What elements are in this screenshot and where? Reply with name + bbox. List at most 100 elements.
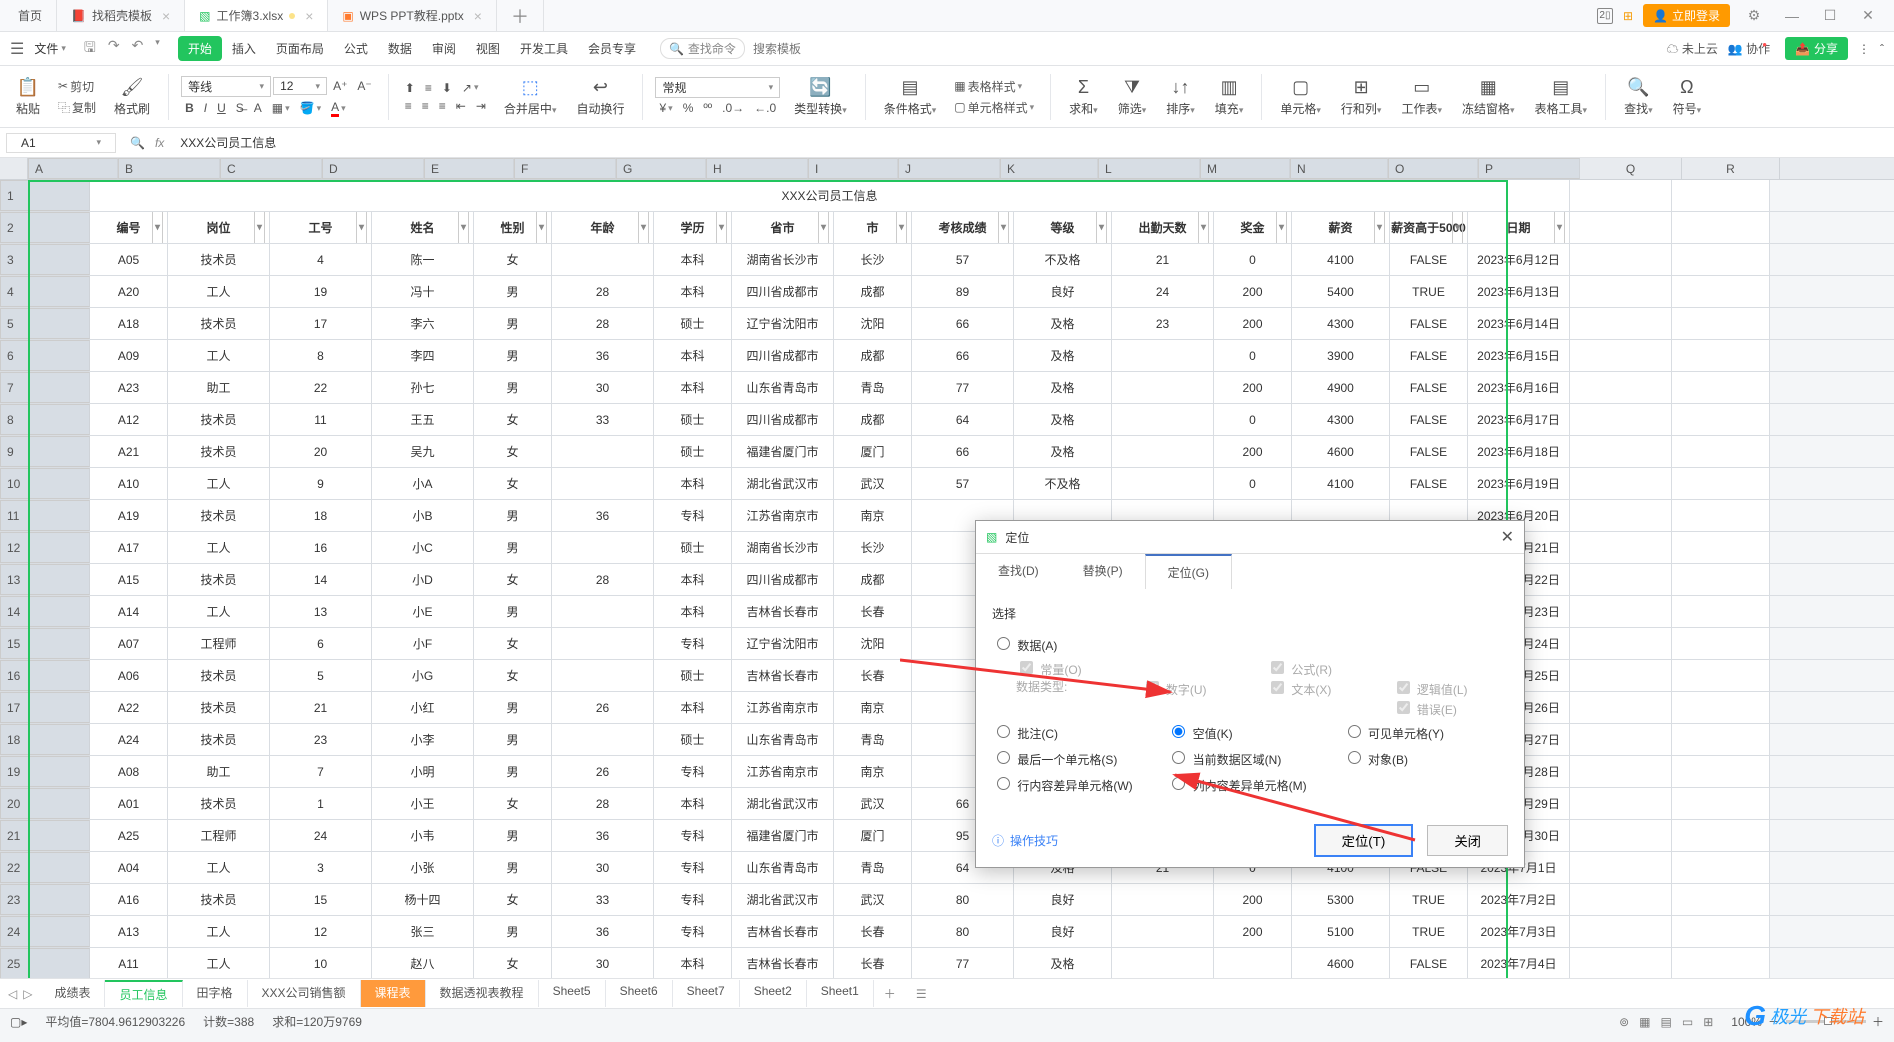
close-icon[interactable]: × bbox=[305, 8, 313, 24]
data-cell[interactable]: 良好 bbox=[1014, 884, 1112, 915]
cell-button[interactable]: ▢单元格▾ bbox=[1274, 75, 1327, 119]
sheet-menu-icon[interactable]: ☰ bbox=[906, 983, 937, 1005]
data-cell[interactable]: A21 bbox=[90, 436, 168, 467]
data-cell[interactable]: 硕士 bbox=[654, 308, 732, 339]
percent-icon[interactable]: % bbox=[679, 100, 698, 116]
data-cell[interactable]: 成都 bbox=[834, 340, 912, 371]
data-cell[interactable]: 3900 bbox=[1292, 340, 1390, 371]
col-header[interactable]: B bbox=[118, 158, 220, 179]
select-all-corner[interactable] bbox=[0, 158, 28, 179]
data-cell[interactable]: 200 bbox=[1214, 276, 1292, 307]
close-window-icon[interactable]: ✕ bbox=[1854, 7, 1882, 24]
data-cell[interactable]: 女 bbox=[474, 244, 552, 275]
zoom-in-icon[interactable]: ＋ bbox=[1872, 1013, 1884, 1030]
lookup-icon[interactable]: 🔍 bbox=[130, 136, 145, 150]
data-cell[interactable]: 57 bbox=[912, 244, 1014, 275]
save-icon[interactable]: 🖫 bbox=[80, 37, 100, 61]
data-cell[interactable]: A22 bbox=[90, 692, 168, 723]
close-button[interactable]: 关闭 bbox=[1427, 825, 1508, 856]
data-cell[interactable] bbox=[1214, 948, 1292, 978]
data-cell[interactable]: FALSE bbox=[1390, 948, 1468, 978]
data-cell[interactable]: 男 bbox=[474, 852, 552, 883]
data-cell[interactable]: 小E bbox=[372, 596, 474, 627]
more-icon[interactable]: ⋮ bbox=[1858, 42, 1870, 56]
fx-icon[interactable]: fx bbox=[155, 136, 164, 150]
data-cell[interactable]: 男 bbox=[474, 532, 552, 563]
data-cell[interactable] bbox=[552, 468, 654, 499]
data-cell[interactable]: 武汉 bbox=[834, 468, 912, 499]
menu-开发工具[interactable]: 开发工具 bbox=[510, 36, 578, 61]
strike-icon[interactable]: S̶ bbox=[232, 100, 248, 116]
border-icon[interactable]: ▦▾ bbox=[268, 100, 294, 116]
data-cell[interactable]: 2023年6月13日 bbox=[1468, 276, 1570, 307]
minimize-icon[interactable]: — bbox=[1778, 8, 1806, 24]
data-cell[interactable]: FALSE bbox=[1390, 436, 1468, 467]
share-button[interactable]: 📤分享 bbox=[1785, 37, 1848, 60]
header-cell[interactable]: 考核成绩 bbox=[912, 212, 1014, 243]
data-cell[interactable]: 80 bbox=[912, 916, 1014, 947]
data-cell[interactable]: 不及格 bbox=[1014, 244, 1112, 275]
data-cell[interactable]: 技术员 bbox=[168, 404, 270, 435]
data-cell[interactable]: 助工 bbox=[168, 756, 270, 787]
symbol-button[interactable]: Ω符号▾ bbox=[1667, 75, 1708, 119]
data-cell[interactable]: 28 bbox=[552, 276, 654, 307]
header-cell[interactable]: 奖金 bbox=[1214, 212, 1292, 243]
increase-font-icon[interactable]: A⁺ bbox=[329, 78, 351, 94]
data-cell[interactable]: 21 bbox=[270, 692, 372, 723]
data-cell[interactable]: 辽宁省沈阳市 bbox=[732, 308, 834, 339]
data-cell[interactable]: 6 bbox=[270, 628, 372, 659]
data-cell[interactable]: 厦门 bbox=[834, 436, 912, 467]
data-cell[interactable]: 4600 bbox=[1292, 948, 1390, 978]
data-cell[interactable] bbox=[1112, 404, 1214, 435]
data-cell[interactable]: A11 bbox=[90, 948, 168, 978]
data-cell[interactable]: 16 bbox=[270, 532, 372, 563]
data-cell[interactable]: 200 bbox=[1214, 916, 1292, 947]
row-header[interactable]: 8 bbox=[0, 404, 90, 435]
data-cell[interactable] bbox=[1672, 244, 1770, 275]
data-cell[interactable]: A23 bbox=[90, 372, 168, 403]
data-cell[interactable]: A17 bbox=[90, 532, 168, 563]
data-cell[interactable]: 0 bbox=[1214, 340, 1292, 371]
data-cell[interactable]: 硕士 bbox=[654, 724, 732, 755]
data-cell[interactable] bbox=[1570, 404, 1672, 435]
data-cell[interactable]: 28 bbox=[552, 564, 654, 595]
data-cell[interactable]: 硕士 bbox=[654, 404, 732, 435]
data-cell[interactable]: 四川省成都市 bbox=[732, 564, 834, 595]
data-cell[interactable]: 5100 bbox=[1292, 916, 1390, 947]
data-cell[interactable] bbox=[1112, 948, 1214, 978]
data-cell[interactable]: 30 bbox=[552, 852, 654, 883]
apps-grid-icon[interactable]: ⊞ bbox=[1623, 9, 1633, 23]
data-cell[interactable]: 8 bbox=[270, 340, 372, 371]
data-cell[interactable]: A25 bbox=[90, 820, 168, 851]
data-cell[interactable]: 女 bbox=[474, 788, 552, 819]
align-right-icon[interactable]: ≡ bbox=[435, 98, 450, 114]
header-cell[interactable]: 日期 bbox=[1468, 212, 1570, 243]
data-cell[interactable]: 5300 bbox=[1292, 884, 1390, 915]
header-cell[interactable]: 年龄 bbox=[552, 212, 654, 243]
col-header[interactable]: N bbox=[1290, 158, 1388, 179]
header-cell[interactable] bbox=[1672, 212, 1770, 243]
data-cell[interactable]: 28 bbox=[552, 788, 654, 819]
header-cell[interactable]: 性别 bbox=[474, 212, 552, 243]
data-cell[interactable]: 本科 bbox=[654, 948, 732, 978]
data-cell[interactable] bbox=[552, 532, 654, 563]
data-cell[interactable]: 赵八 bbox=[372, 948, 474, 978]
row-header[interactable]: 5 bbox=[0, 308, 90, 339]
col-header[interactable]: D bbox=[322, 158, 424, 179]
data-cell[interactable]: 5 bbox=[270, 660, 372, 691]
data-cell[interactable]: 女 bbox=[474, 436, 552, 467]
data-cell[interactable]: 青岛 bbox=[834, 372, 912, 403]
type-convert-button[interactable]: 🔄类型转换▾ bbox=[788, 75, 853, 119]
data-cell[interactable]: 30 bbox=[552, 372, 654, 403]
data-cell[interactable] bbox=[1570, 244, 1672, 275]
bold-icon[interactable]: B bbox=[181, 100, 198, 116]
data-cell[interactable]: 陈一 bbox=[372, 244, 474, 275]
data-cell[interactable]: A10 bbox=[90, 468, 168, 499]
data-cell[interactable] bbox=[1672, 820, 1770, 851]
sort-button[interactable]: ↓↑排序▾ bbox=[1160, 75, 1201, 119]
data-cell[interactable] bbox=[1570, 340, 1672, 371]
data-cell[interactable]: 李六 bbox=[372, 308, 474, 339]
data-cell[interactable]: 小张 bbox=[372, 852, 474, 883]
data-cell[interactable]: 专科 bbox=[654, 820, 732, 851]
settings-gear-icon[interactable]: ⚙ bbox=[1740, 7, 1768, 24]
